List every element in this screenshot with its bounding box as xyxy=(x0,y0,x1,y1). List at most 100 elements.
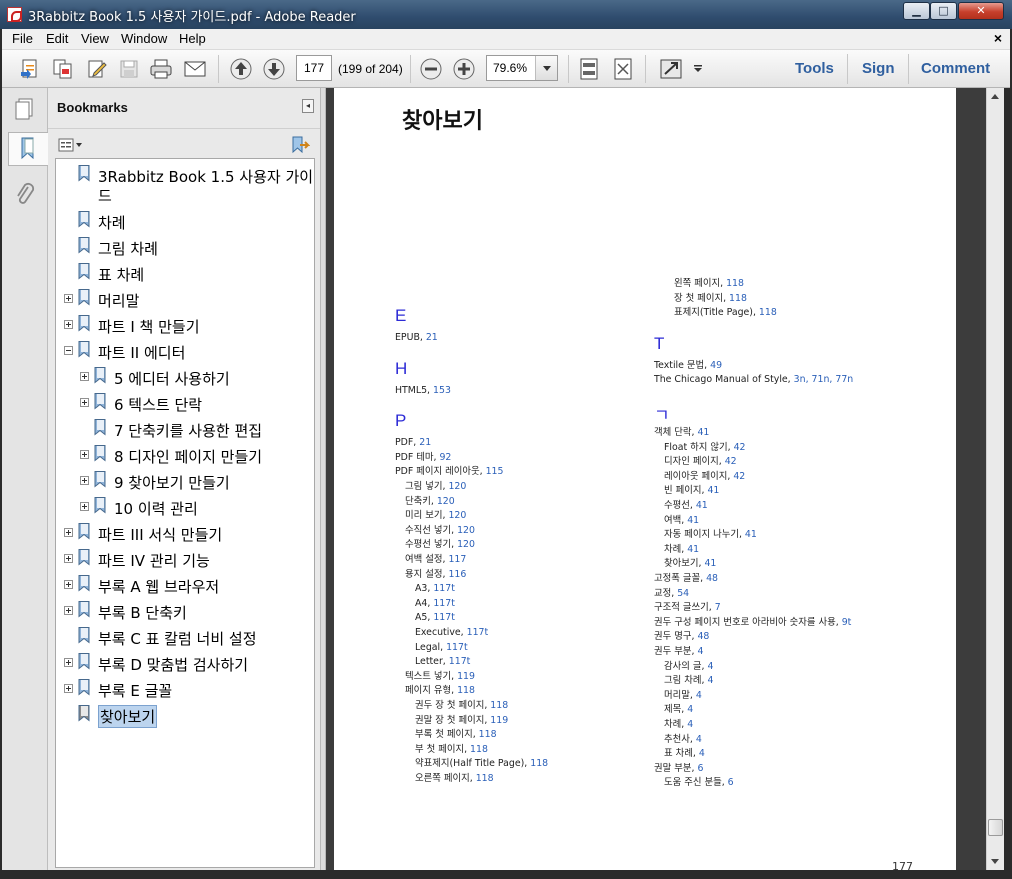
index-page-link[interactable]: 6 xyxy=(697,763,703,774)
index-page-link[interactable]: 118 xyxy=(729,293,747,304)
bookmark-item[interactable]: 부록 D 맞춤법 검사하기 xyxy=(64,653,306,677)
bookmark-item[interactable]: 7 단축키를 사용한 편집 xyxy=(80,419,306,443)
index-page-link[interactable]: 9t xyxy=(842,617,852,628)
expand-icon[interactable] xyxy=(64,580,73,589)
bookmark-item[interactable]: 파트 III 서식 만들기 xyxy=(64,523,306,547)
index-page-link[interactable]: 117 xyxy=(448,554,466,565)
bookmark-item[interactable]: 5 에디터 사용하기 xyxy=(80,367,306,391)
index-page-link[interactable]: 6 xyxy=(728,777,734,788)
index-page-link[interactable]: 42 xyxy=(725,456,737,467)
save-icon[interactable] xyxy=(116,56,142,82)
expand-icon[interactable] xyxy=(80,398,89,407)
bookmarks-tab-icon[interactable] xyxy=(8,132,48,166)
index-page-link[interactable]: 4 xyxy=(707,661,713,672)
zoom-in-icon[interactable] xyxy=(451,56,477,82)
expand-icon[interactable] xyxy=(80,450,89,459)
options-menu-icon[interactable] xyxy=(58,137,84,153)
create-pdf-icon[interactable] xyxy=(18,56,44,82)
email-icon[interactable] xyxy=(182,56,208,82)
expand-icon[interactable] xyxy=(80,476,89,485)
index-page-link[interactable]: 120 xyxy=(457,539,475,550)
index-page-link[interactable]: 41 xyxy=(745,529,757,540)
scroll-thumb[interactable] xyxy=(988,819,1003,836)
document-view[interactable]: 찾아보기 E EPUB, 21 H HTML5, 153 P PDF, 21 PDF 테마,… xyxy=(326,88,986,870)
expand-icon[interactable] xyxy=(80,502,89,511)
menu-edit[interactable]: Edit xyxy=(46,31,68,46)
bookmark-item[interactable]: 머리말 xyxy=(64,289,306,313)
index-page-link[interactable]: 117t xyxy=(467,627,489,638)
next-page-icon[interactable] xyxy=(261,56,287,82)
index-page-link[interactable]: 115 xyxy=(486,466,504,477)
title-bar[interactable]: 3Rabbitz Book 1.5 사용자 가이드.pdf - Adobe Re… xyxy=(0,0,1012,29)
index-page-link[interactable]: 41 xyxy=(707,485,719,496)
minimize-button[interactable]: ▁ xyxy=(903,2,930,20)
expand-icon[interactable] xyxy=(64,658,73,667)
bookmark-item[interactable]: 9 찾아보기 만들기 xyxy=(80,471,306,495)
index-page-link[interactable]: 49 xyxy=(710,360,722,371)
scroll-up-icon[interactable] xyxy=(987,88,1004,105)
index-page-link[interactable]: 48 xyxy=(697,631,709,642)
index-page-link[interactable]: 21 xyxy=(419,437,431,448)
expand-bookmark-icon[interactable] xyxy=(290,136,311,154)
full-screen-icon[interactable] xyxy=(658,56,684,82)
index-page-link[interactable]: 117t xyxy=(449,656,471,667)
menu-help[interactable]: Help xyxy=(179,31,206,46)
bookmark-item[interactable]: 파트 I 책 만들기 xyxy=(64,315,306,339)
close-window-button[interactable]: ✕ xyxy=(958,2,1004,20)
index-page-link[interactable]: 118 xyxy=(479,729,497,740)
index-page-link[interactable]: 48 xyxy=(706,573,718,584)
attachments-icon[interactable] xyxy=(8,178,42,212)
index-page-link[interactable]: 4 xyxy=(697,646,703,657)
index-page-link[interactable]: 118 xyxy=(470,744,488,755)
index-page-link[interactable]: 118 xyxy=(490,700,508,711)
index-page-link[interactable]: 41 xyxy=(687,544,699,555)
index-page-link[interactable]: 153 xyxy=(433,385,451,396)
index-page-link[interactable]: 4 xyxy=(707,675,713,686)
edit-form-icon[interactable] xyxy=(84,56,110,82)
zoom-select[interactable]: 79.6% xyxy=(486,55,558,81)
collapse-icon[interactable] xyxy=(64,346,73,355)
index-page-link[interactable]: 7 xyxy=(715,602,721,613)
zoom-dropdown-icon[interactable] xyxy=(535,56,557,80)
index-page-link[interactable]: 119 xyxy=(490,715,508,726)
bookmark-item[interactable]: 부록 B 단축키 xyxy=(64,601,306,625)
print-icon[interactable] xyxy=(148,56,174,82)
expand-icon[interactable] xyxy=(64,320,73,329)
expand-icon[interactable] xyxy=(64,606,73,615)
index-page-link[interactable]: 4 xyxy=(687,719,693,730)
bookmark-item[interactable]: 6 텍스트 단락 xyxy=(80,393,306,417)
index-page-link[interactable]: 120 xyxy=(448,510,466,521)
bookmark-item[interactable]: 찾아보기 xyxy=(64,705,306,729)
combine-files-icon[interactable] xyxy=(50,56,76,82)
menu-window[interactable]: Window xyxy=(121,31,167,46)
page-thumbnails-icon[interactable] xyxy=(8,92,42,126)
toolbar-options-icon[interactable] xyxy=(690,56,706,82)
menu-file[interactable]: File xyxy=(12,31,33,46)
index-page-link[interactable]: 118 xyxy=(759,307,777,318)
expand-icon[interactable] xyxy=(64,554,73,563)
menu-view[interactable]: View xyxy=(81,31,109,46)
index-page-link[interactable]: 116 xyxy=(448,569,466,580)
zoom-out-icon[interactable] xyxy=(418,56,444,82)
index-page-link[interactable]: 117t xyxy=(433,583,455,594)
bookmark-item[interactable]: 3Rabbitz Book 1.5 사용자 가이 드 xyxy=(64,165,313,205)
vertical-scrollbar[interactable] xyxy=(986,88,1004,870)
bookmark-item[interactable]: 파트 IV 관리 기능 xyxy=(64,549,306,573)
index-page-link[interactable]: 118 xyxy=(457,685,475,696)
expand-icon[interactable] xyxy=(80,372,89,381)
index-page-link[interactable]: 41 xyxy=(687,515,699,526)
comment-pane-button[interactable]: Comment xyxy=(921,60,990,77)
bookmark-item[interactable]: 부록 A 웹 브라우저 xyxy=(64,575,306,599)
index-page-link[interactable]: 4 xyxy=(696,690,702,701)
index-page-link[interactable]: 42 xyxy=(734,442,746,453)
index-page-link[interactable]: 41 xyxy=(697,427,709,438)
index-page-link[interactable]: 117t xyxy=(433,598,455,609)
previous-page-icon[interactable] xyxy=(228,56,254,82)
index-page-link[interactable]: 117t xyxy=(433,612,455,623)
fit-width-icon[interactable] xyxy=(610,56,636,82)
expand-icon[interactable] xyxy=(64,684,73,693)
index-page-link[interactable]: 54 xyxy=(677,588,689,599)
index-page-link[interactable]: 120 xyxy=(437,496,455,507)
index-page-link[interactable]: 4 xyxy=(696,734,702,745)
bookmark-item[interactable]: 그림 차례 xyxy=(64,237,306,261)
